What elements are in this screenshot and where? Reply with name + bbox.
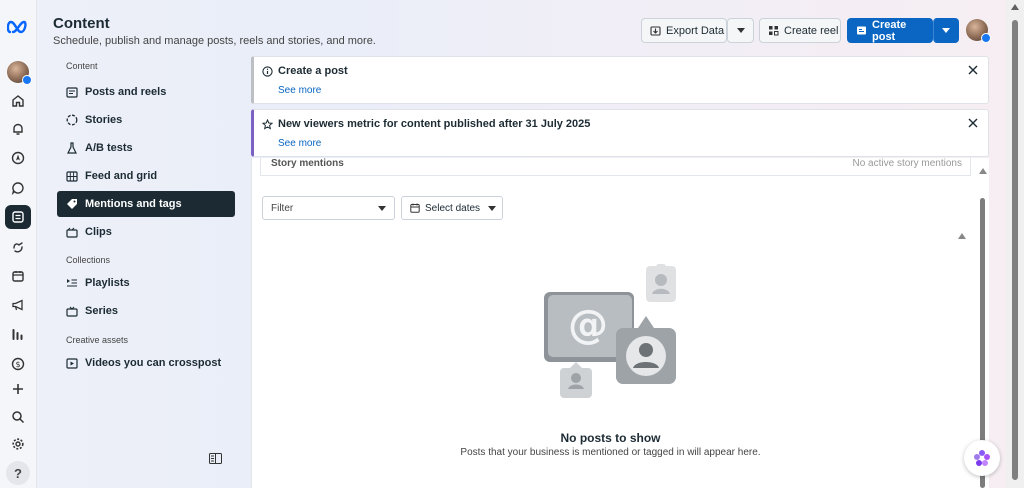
export-icon <box>650 25 661 36</box>
tag-icon <box>65 198 79 210</box>
help-question-icon[interactable]: ? <box>6 461 30 485</box>
close-icon[interactable] <box>968 118 978 128</box>
create-reel-button[interactable]: Create reel <box>759 18 841 43</box>
star-icon <box>262 118 273 130</box>
section-label-creative-assets: Creative assets <box>66 335 129 345</box>
banner-title: New viewers metric for content published… <box>278 118 591 130</box>
section-label-content: Content <box>66 61 98 71</box>
page-header: Content Schedule, publish and manage pos… <box>53 15 376 47</box>
content-icon[interactable] <box>5 205 31 229</box>
page-scrollbar-thumb[interactable] <box>1012 20 1018 480</box>
meta-ai-assistant-icon[interactable] <box>964 440 1000 476</box>
chat-bubble-icon[interactable] <box>5 176 31 200</box>
page-title: Content <box>53 15 110 32</box>
meta-logo-icon[interactable] <box>7 20 31 34</box>
mentions-empty-illustration: @ <box>542 264 678 400</box>
nav-label: Playlists <box>85 277 130 289</box>
filter-label: Filter <box>271 202 294 214</box>
nav-label: Clips <box>85 226 112 238</box>
see-more-link[interactable]: See more <box>278 138 321 149</box>
story-mentions-label: Story mentions <box>271 158 344 169</box>
chevron-down-icon <box>942 28 950 33</box>
create-post-button[interactable]: Create post <box>847 18 933 43</box>
new-viewers-metric-banner: New viewers metric for content published… <box>251 109 989 157</box>
close-icon[interactable] <box>968 65 978 75</box>
page-scrollbar[interactable] <box>1006 0 1024 488</box>
empty-state-subtitle: Posts that your business is mentioned or… <box>460 447 761 458</box>
nav-videos-you-can-crosspost[interactable]: Videos you can crosspost <box>57 350 235 376</box>
export-data-label: Export Data <box>666 24 725 37</box>
facebook-badge-icon <box>981 33 991 43</box>
nav-series[interactable]: Series <box>57 298 235 324</box>
banner-title: Create a post <box>278 65 348 77</box>
svg-text:@: @ <box>568 302 608 348</box>
create-post-dropdown[interactable] <box>933 18 959 43</box>
mentions-content-panel: Story mentions No active story mentions … <box>251 158 989 488</box>
hand-wave-icon[interactable] <box>5 235 31 259</box>
nav-ab-tests[interactable]: A/B tests <box>57 135 235 161</box>
post-icon <box>856 25 867 36</box>
playlist-icon <box>65 278 79 288</box>
insights-bar-chart-icon[interactable] <box>5 322 31 346</box>
nav-label: Videos you can crosspost <box>85 357 222 369</box>
content-sidenav: Content Posts and reels Stories A/B test… <box>57 56 235 376</box>
export-options-dropdown[interactable] <box>727 18 754 43</box>
section-label-collections: Collections <box>66 255 111 265</box>
page-subtitle: Schedule, publish and manage posts, reel… <box>53 35 376 47</box>
add-plus-icon[interactable] <box>5 377 31 401</box>
chevron-down-icon <box>488 205 497 211</box>
create-reel-label: Create reel <box>784 24 839 37</box>
select-dates-button[interactable]: Select dates <box>401 196 503 220</box>
collapse-sidebar-icon[interactable] <box>209 453 222 464</box>
profile-avatar[interactable] <box>966 19 991 43</box>
clips-icon <box>65 227 79 238</box>
series-icon <box>65 306 79 317</box>
calendar-icon[interactable] <box>5 264 31 288</box>
scroll-up-arrow-icon[interactable] <box>958 233 966 239</box>
select-dates-label: Select dates <box>425 202 481 214</box>
info-icon <box>262 65 273 77</box>
home-icon[interactable] <box>5 89 31 113</box>
story-mentions-row[interactable]: Story mentions No active story mentions <box>260 158 971 176</box>
nav-playlists[interactable]: Playlists <box>57 270 235 296</box>
nav-posts-and-reels[interactable]: Posts and reels <box>57 79 235 105</box>
account-avatar[interactable] <box>7 61 32 85</box>
flask-icon <box>65 142 79 154</box>
reel-icon <box>768 25 779 36</box>
megaphone-icon[interactable] <box>5 293 31 317</box>
settings-gear-icon[interactable] <box>5 432 31 456</box>
export-data-button[interactable]: Export Data <box>641 18 727 43</box>
left-rail: $ ? <box>0 0 37 488</box>
nav-mentions-and-tags[interactable]: Mentions and tags <box>57 191 235 217</box>
notifications-bell-icon[interactable] <box>5 117 31 141</box>
see-more-link[interactable]: See more <box>278 85 321 96</box>
nav-feed-and-grid[interactable]: Feed and grid <box>57 163 235 189</box>
create-post-label: Create post <box>872 18 907 43</box>
posts-icon <box>65 86 79 98</box>
empty-state-title: No posts to show <box>560 431 661 445</box>
story-mentions-status: No active story mentions <box>852 158 963 169</box>
facebook-badge-icon <box>22 75 32 85</box>
grid-icon <box>65 170 79 182</box>
calendar-icon <box>410 203 420 213</box>
panel-scrollbar[interactable] <box>970 160 988 488</box>
svg-text:$: $ <box>15 360 20 369</box>
create-post-banner: Create a post See more <box>251 56 989 104</box>
nav-label: Feed and grid <box>85 170 158 182</box>
nav-label: A/B tests <box>85 142 133 154</box>
video-icon <box>65 357 79 369</box>
nav-label: Stories <box>85 114 123 126</box>
nav-label: Posts and reels <box>85 86 167 98</box>
search-icon[interactable] <box>5 405 31 429</box>
stories-icon <box>65 114 79 126</box>
monetization-dollar-icon[interactable]: $ <box>5 352 31 376</box>
nav-label: Mentions and tags <box>85 198 182 210</box>
chevron-down-icon <box>736 28 745 33</box>
filter-dropdown[interactable]: Filter <box>262 196 395 220</box>
chevron-down-icon <box>378 206 386 211</box>
nav-stories[interactable]: Stories <box>57 107 235 133</box>
compass-icon[interactable] <box>5 146 31 170</box>
nav-label: Series <box>85 305 119 317</box>
nav-clips[interactable]: Clips <box>57 219 235 245</box>
